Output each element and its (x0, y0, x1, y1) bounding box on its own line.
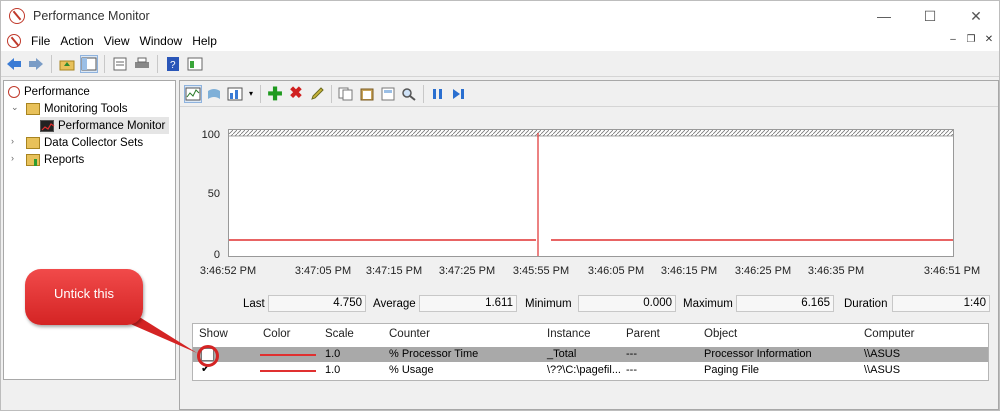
untick-callout: Untick this (25, 269, 143, 325)
annotation-pointer (119, 313, 197, 353)
callout-text: Untick this (54, 285, 114, 301)
performance-monitor-window: Performance Monitor — ☐ ✕ File Action Vi… (0, 0, 1000, 411)
highlight-circle (197, 345, 219, 367)
